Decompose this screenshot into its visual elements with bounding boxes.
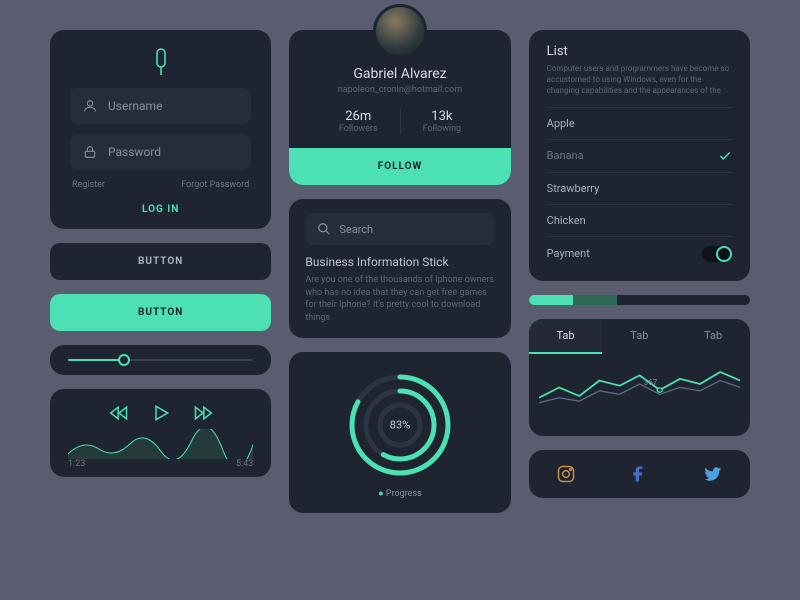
instagram-icon[interactable] xyxy=(556,464,576,484)
rewind-icon[interactable] xyxy=(109,403,129,423)
search-input[interactable]: Search xyxy=(305,213,494,245)
info-body: Are you one of the thousands of Iphone o… xyxy=(305,274,494,324)
social-card xyxy=(529,450,750,498)
tab[interactable]: Tab xyxy=(602,319,676,354)
list-title: List xyxy=(547,44,732,59)
radial-progress-card: 83% Progress xyxy=(289,352,510,513)
login-card: Username Password Register Forgot Passwo… xyxy=(50,30,271,229)
list-item[interactable]: Strawberry xyxy=(547,172,732,204)
user-icon xyxy=(82,98,98,114)
password-label: Password xyxy=(108,145,161,159)
slider-thumb[interactable] xyxy=(118,354,130,366)
line-chart: 367 xyxy=(529,354,750,426)
payment-label: Payment xyxy=(547,247,590,260)
password-input[interactable]: Password xyxy=(70,134,251,170)
profile-email: napoleon_cronin@hotmail.com xyxy=(289,85,510,95)
username-label: Username xyxy=(108,99,162,113)
search-placeholder: Search xyxy=(339,223,373,236)
check-icon xyxy=(718,149,732,163)
slider[interactable] xyxy=(50,345,271,375)
forgot-password-link[interactable]: Forgot Password xyxy=(181,180,249,190)
avatar[interactable] xyxy=(373,4,427,58)
radial-percent: 83% xyxy=(390,419,410,432)
progress-bar[interactable] xyxy=(529,295,750,305)
profile-name: Gabriel Alvarez xyxy=(289,66,510,82)
progress-label: Progress xyxy=(289,488,510,499)
chart-annotation: 367 xyxy=(644,378,658,387)
list-card: List Computer users and programmers have… xyxy=(529,30,750,281)
list-item[interactable]: Apple xyxy=(547,107,732,139)
tab[interactable]: Tab xyxy=(676,319,750,354)
media-player: 1:23 5:43 xyxy=(50,389,271,477)
lock-icon xyxy=(82,144,98,160)
profile-card: Gabriel Alvarez napoleon_cronin@hotmail.… xyxy=(289,30,510,185)
facebook-icon[interactable] xyxy=(629,464,649,484)
popsicle-icon xyxy=(70,48,251,76)
list-item[interactable]: Banana xyxy=(547,139,732,172)
register-link[interactable]: Register xyxy=(72,180,105,190)
followers-stat[interactable]: 26m Followers xyxy=(317,109,400,134)
payment-toggle[interactable] xyxy=(702,246,732,262)
list-item[interactable]: Chicken xyxy=(547,204,732,236)
player-current-time: 1:23 xyxy=(68,459,85,469)
info-title: Business Information Stick xyxy=(305,255,494,269)
login-button[interactable]: LOG IN xyxy=(70,204,251,215)
radial-progress: 83% xyxy=(345,370,455,480)
forward-icon[interactable] xyxy=(193,403,213,423)
tabs-chart-card: Tab Tab Tab 367 xyxy=(529,319,750,436)
search-card: Search Business Information Stick Are yo… xyxy=(289,199,510,338)
following-stat[interactable]: 13k Following xyxy=(400,109,484,134)
button-accent[interactable]: BUTTON xyxy=(50,294,271,331)
button-dark[interactable]: BUTTON xyxy=(50,243,271,280)
username-input[interactable]: Username xyxy=(70,88,251,124)
play-icon[interactable] xyxy=(151,403,171,423)
follow-button[interactable]: FOLLOW xyxy=(289,148,510,185)
twitter-icon[interactable] xyxy=(703,464,723,484)
search-icon xyxy=(317,222,331,236)
tab[interactable]: Tab xyxy=(529,319,603,354)
player-total-time: 5:43 xyxy=(236,459,253,469)
list-description: Computer users and programmers have beco… xyxy=(547,63,732,97)
waveform[interactable] xyxy=(68,429,253,459)
payment-row: Payment xyxy=(547,236,732,271)
